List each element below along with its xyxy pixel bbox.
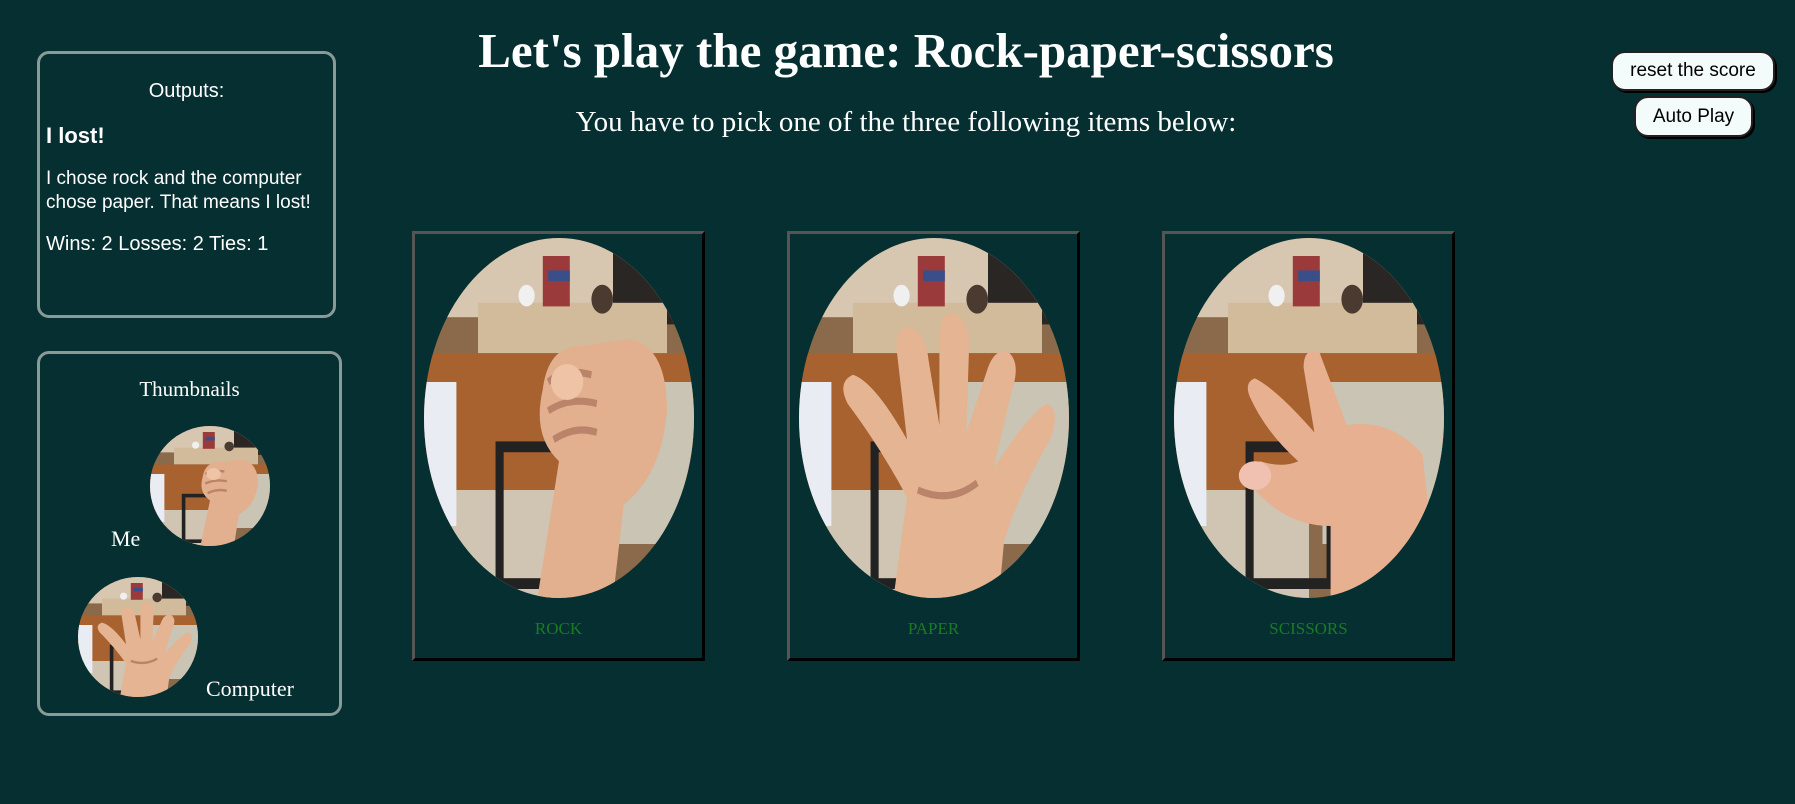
thumbnails-panel: Thumbnails Me Computer xyxy=(37,351,342,716)
paper-label: PAPER xyxy=(907,619,960,638)
score-text: Wins: 2 Losses: 2 Ties: 1 xyxy=(46,233,269,255)
scissors-image[interactable] xyxy=(1174,238,1444,598)
scissors-hand-icon xyxy=(1174,238,1444,598)
me-label: Me xyxy=(111,526,141,551)
page-title: Let's play the game: Rock-paper-scissors xyxy=(478,23,1334,78)
reset-score-button[interactable]: reset the score xyxy=(1611,51,1775,91)
paper-image[interactable] xyxy=(799,238,1069,598)
auto-play-button[interactable]: Auto Play xyxy=(1634,96,1753,137)
instructions: You have to pick one of the three follow… xyxy=(575,106,1237,138)
computer-thumbnail xyxy=(78,577,198,697)
computer-label: Computer xyxy=(206,676,294,701)
rock-label: ROCK xyxy=(534,619,583,638)
paper-hand-icon xyxy=(78,577,198,697)
paper-choice-card[interactable]: PAPER xyxy=(787,231,1080,661)
result-description: I chose rock and the computer chose pape… xyxy=(46,168,311,213)
me-thumbnail xyxy=(150,426,270,546)
thumbnails-heading: Thumbnails xyxy=(139,377,240,401)
scissors-choice-card[interactable]: SCISSORS xyxy=(1162,231,1455,661)
rock-choice-card[interactable]: ROCK xyxy=(412,231,705,661)
scissors-label: SCISSORS xyxy=(1269,619,1348,638)
rock-hand-icon xyxy=(150,426,270,546)
outputs-panel: Outputs: I lost! I chose rock and the co… xyxy=(37,51,336,318)
rock-image[interactable] xyxy=(424,238,694,598)
paper-hand-icon xyxy=(799,238,1069,598)
rock-hand-icon xyxy=(424,238,694,598)
outputs-heading: Outputs: xyxy=(148,80,225,102)
